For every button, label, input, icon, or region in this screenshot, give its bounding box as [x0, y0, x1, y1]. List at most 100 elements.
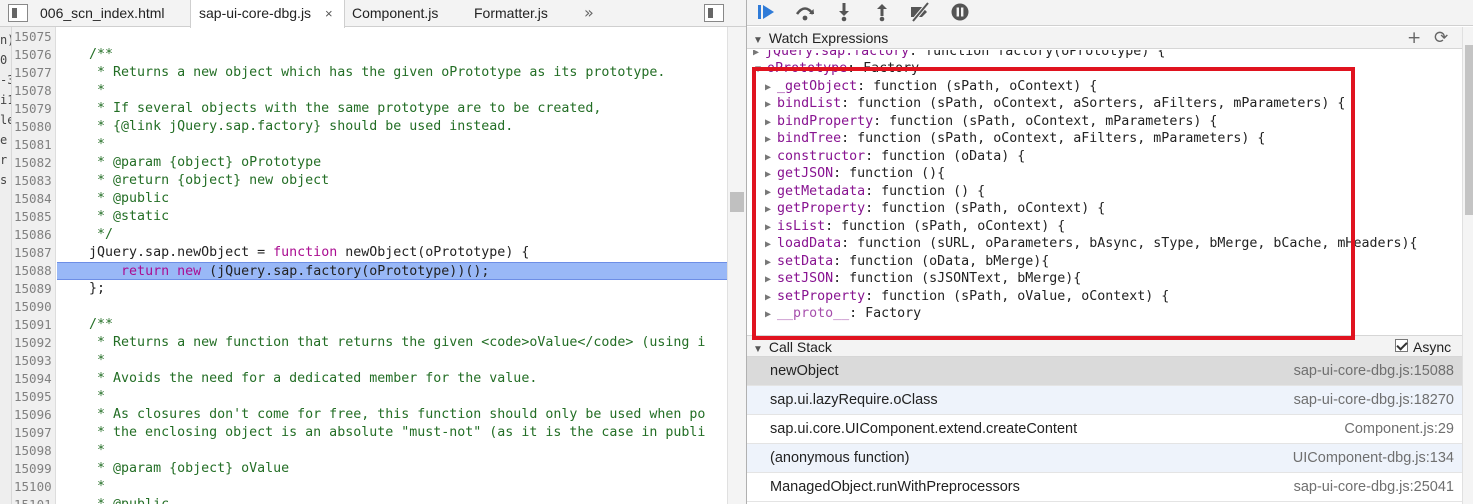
- watch-expression-row[interactable]: ▶ jQuery.sap.factory: function factory(o…: [753, 50, 1165, 60]
- expand-triangle-icon[interactable]: ▶: [765, 257, 777, 268]
- scrollbar-thumb[interactable]: [730, 192, 744, 212]
- expand-triangle-icon[interactable]: ▶: [765, 239, 777, 250]
- watch-property-row[interactable]: ▶ isList: function (sPath, oContext) {: [765, 218, 1065, 236]
- line-number[interactable]: 15077: [14, 64, 52, 82]
- line-number[interactable]: 15076: [14, 46, 52, 64]
- watch-property-row[interactable]: ▶ _getObject: function (sPath, oContext)…: [765, 78, 1097, 96]
- refresh-icon[interactable]: ⟳: [1434, 28, 1448, 48]
- call-stack-frame[interactable]: newObject sap-ui-core-dbg.js:15088: [747, 357, 1462, 386]
- line-number[interactable]: 15089: [14, 280, 52, 298]
- watch-property-row[interactable]: ▶ setData: function (oData, bMerge){: [765, 253, 1049, 271]
- line-number[interactable]: 15086: [14, 226, 52, 244]
- line-number[interactable]: 15075: [14, 28, 52, 46]
- watch-expressions-header[interactable]: ▼ Watch Expressions + ⟳: [747, 27, 1462, 49]
- deactivate-breakpoints-icon[interactable]: [909, 2, 931, 22]
- expand-triangle-icon[interactable]: ▶: [753, 50, 765, 58]
- line-number[interactable]: 15088: [14, 262, 52, 280]
- watch-property-row[interactable]: ▶ getProperty: function (sPath, oContext…: [765, 200, 1105, 218]
- line-number[interactable]: 15080: [14, 118, 52, 136]
- code-line: * Returns a new object which has the giv…: [57, 64, 727, 82]
- expand-triangle-icon[interactable]: ▶: [765, 204, 777, 215]
- line-number[interactable]: 15081: [14, 136, 52, 154]
- watch-property-row[interactable]: ▶ setJSON: function (sJSONText, bMerge){: [765, 270, 1081, 288]
- debugger-sidebar-toggle-icon[interactable]: [704, 4, 724, 22]
- expand-triangle-icon[interactable]: ▶: [765, 274, 777, 285]
- close-tab-icon[interactable]: ×: [325, 0, 333, 27]
- expand-triangle-icon[interactable]: ▶: [765, 169, 777, 180]
- tab-overflow-icon[interactable]: »: [584, 0, 594, 27]
- watch-property-name: setProperty: [777, 288, 866, 304]
- frame-location-link[interactable]: Component.js:29: [1344, 415, 1454, 444]
- call-stack-header[interactable]: ▼ Call Stack Async: [747, 335, 1462, 357]
- expand-triangle-icon[interactable]: ▶: [765, 222, 777, 233]
- navigator-toggle-icon[interactable]: [8, 4, 28, 22]
- expand-triangle-icon[interactable]: ▶: [765, 99, 777, 110]
- async-checkbox[interactable]: [1395, 339, 1408, 352]
- call-stack-frame[interactable]: ManagedObject.runWithPreprocessors sap-ui…: [747, 473, 1462, 502]
- tab-sap-ui-core-dbg[interactable]: sap-ui-core-dbg.js ×: [190, 0, 345, 28]
- call-stack-frame[interactable]: sap.ui.lazyRequire.oClass sap-ui-core-dbg…: [747, 386, 1462, 415]
- watch-expressions-title: ▼ Watch Expressions: [753, 30, 888, 46]
- line-number[interactable]: 15100: [14, 478, 52, 496]
- expand-triangle-icon[interactable]: ▶: [765, 117, 777, 128]
- tab-006-scn-index[interactable]: 006_scn_index.html: [32, 0, 186, 27]
- scrollbar-thumb[interactable]: [1465, 45, 1473, 215]
- code-token: * Avoids the need for a dedicated member…: [57, 371, 538, 386]
- line-number[interactable]: 15082: [14, 154, 52, 172]
- line-number[interactable]: 15091: [14, 316, 52, 334]
- expand-triangle-icon[interactable]: ▶: [765, 134, 777, 145]
- line-number[interactable]: 15087: [14, 244, 52, 262]
- line-number[interactable]: 15090: [14, 298, 52, 316]
- watch-property-row[interactable]: ▶ setProperty: function (sPath, oValue, …: [765, 288, 1169, 306]
- expand-triangle-icon[interactable]: ▶: [765, 152, 777, 163]
- line-number[interactable]: 15084: [14, 190, 52, 208]
- tab-component-js[interactable]: Component.js: [344, 0, 464, 27]
- sidebar-scrollbar[interactable]: [1462, 27, 1473, 504]
- pause-on-exceptions-icon[interactable]: [949, 2, 971, 22]
- step-into-icon[interactable]: [833, 2, 855, 22]
- watch-property-row[interactable]: ▶ constructor: function (oData) {: [765, 148, 1025, 166]
- line-number[interactable]: 15096: [14, 406, 52, 424]
- line-number[interactable]: 15098: [14, 442, 52, 460]
- watch-property-row[interactable]: ▶ bindProperty: function (sPath, oContex…: [765, 113, 1217, 131]
- frame-location-link[interactable]: sap-ui-core-dbg.js:15088: [1294, 357, 1454, 386]
- expand-triangle-icon[interactable]: ▶: [765, 292, 777, 303]
- watch-property-row[interactable]: ▶ getMetadata: function () {: [765, 183, 985, 201]
- watch-property-row[interactable]: ▶ loadData: function (sURL, oParameters,…: [765, 235, 1417, 253]
- line-number[interactable]: 15101: [14, 496, 52, 504]
- frame-location-link[interactable]: sap-ui-core-dbg.js:18270: [1294, 386, 1454, 415]
- line-number[interactable]: 15092: [14, 334, 52, 352]
- resume-icon[interactable]: [755, 2, 777, 22]
- watch-property-row[interactable]: ▶ bindTree: function (sPath, oContext, a…: [765, 130, 1265, 148]
- add-watch-icon[interactable]: +: [1407, 28, 1421, 48]
- collapse-triangle-icon[interactable]: ▼: [755, 64, 767, 75]
- expand-triangle-icon[interactable]: ▶: [765, 82, 777, 93]
- line-number[interactable]: 15099: [14, 460, 52, 478]
- code-editor[interactable]: /** * Returns a new object which has the…: [57, 27, 727, 504]
- editor-scrollbar[interactable]: [727, 27, 746, 504]
- expand-triangle-icon[interactable]: ▶: [765, 187, 777, 198]
- line-number[interactable]: 15094: [14, 370, 52, 388]
- step-over-icon[interactable]: [794, 2, 816, 22]
- watch-property-row[interactable]: ▶ getJSON: function (){: [765, 165, 945, 183]
- line-number[interactable]: 15095: [14, 388, 52, 406]
- frame-location-link[interactable]: sap-ui-core-dbg.js:25041: [1294, 473, 1454, 502]
- line-number[interactable]: 15097: [14, 424, 52, 442]
- frame-location-link[interactable]: UIComponent-dbg.js:134: [1293, 444, 1454, 473]
- expand-triangle-icon[interactable]: ▶: [765, 309, 777, 320]
- tab-formatter-js[interactable]: Formatter.js: [466, 0, 576, 27]
- line-number[interactable]: 15083: [14, 172, 52, 190]
- frame-function-name: newObject: [770, 363, 839, 379]
- line-number[interactable]: 15085: [14, 208, 52, 226]
- watch-property-row[interactable]: ▶ bindList: function (sPath, oContext, a…: [765, 95, 1345, 113]
- step-out-icon[interactable]: [871, 2, 893, 22]
- line-number[interactable]: 15093: [14, 352, 52, 370]
- line-number[interactable]: 15079: [14, 100, 52, 118]
- line-number-gutter[interactable]: 15075 15076 15077 15078 15079 15080 15081 15082…: [12, 27, 56, 504]
- call-stack-frame[interactable]: sap.ui.core.UIComponent.extend.createCon…: [747, 415, 1462, 444]
- call-stack-frame[interactable]: (anonymous function) UIComponent-dbg.js:1…: [747, 444, 1462, 473]
- watch-property-row[interactable]: ▶ __proto__: Factory: [765, 305, 921, 323]
- debugger-sidebar: ▼ Watch Expressions + ⟳ ▶ jQuery.sap.fact…: [746, 0, 1473, 504]
- line-number[interactable]: 15078: [14, 82, 52, 100]
- watch-expression-row[interactable]: ▼ oPrototype: Factory: [755, 60, 919, 78]
